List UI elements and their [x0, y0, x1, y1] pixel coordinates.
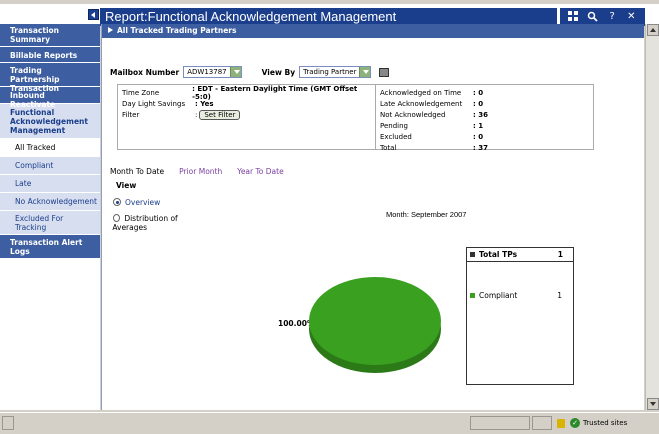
period-tabs: Month To Date Prior Month Year To Date [110, 167, 284, 176]
legend-header: Total TPs 1 [467, 248, 573, 262]
chevron-down-icon [229, 67, 241, 77]
view-label: View [116, 181, 137, 190]
sidebar-subitem-no-acknowledgement[interactable]: No Acknowledgement [0, 193, 100, 211]
print-icon[interactable] [379, 67, 390, 77]
mailbox-select[interactable]: ADW13787 [183, 66, 242, 78]
check-icon: ✓ [570, 418, 580, 428]
sidebar-subitem-late[interactable]: Late [0, 175, 100, 193]
status-segment [532, 416, 552, 430]
mailbox-label: Mailbox Number [110, 67, 180, 77]
pie-slice-compliant[interactable] [309, 277, 441, 365]
filter-row: Mailbox Number ADW13787 View By Trading … [110, 66, 390, 78]
radio-distribution[interactable]: Distribution of Averages [112, 214, 203, 232]
vertical-scrollbar[interactable] [645, 24, 659, 410]
sidebar-item-functional-acknowledgement[interactable]: Functional Acknowledgement Management [0, 104, 100, 139]
pie-chart [309, 277, 441, 373]
stat-row: Total: 37 [380, 143, 488, 152]
tab-prior-month[interactable]: Prior Month [179, 167, 222, 176]
info-stats: Acknowledged on Time: 0 Late Acknowledge… [376, 85, 593, 152]
sidebar-item-billable-reports[interactable]: Billable Reports [0, 47, 100, 63]
section-header: All Tracked Trading Partners [102, 24, 644, 38]
sidebar-item-trading-partnership-transaction[interactable]: Trading Partnership Transaction [0, 63, 100, 93]
info-left: Time Zone: EDT - Eastern Daylight Time (… [118, 85, 376, 149]
chart-legend: Total TPs 1 Compliant 1 [466, 247, 574, 385]
viewby-label: View By [261, 67, 296, 77]
stat-row: Not Acknowledged: 36 [380, 110, 488, 119]
viewby-select[interactable]: Trading Partner [299, 66, 372, 78]
help-icon[interactable]: ? [606, 11, 618, 23]
grid-icon[interactable] [568, 11, 580, 23]
legend-swatch-compliant [470, 293, 475, 298]
sidebar-item-transaction-summary[interactable]: Transaction Summary [0, 24, 100, 47]
triangle-icon [108, 27, 114, 33]
chart-title: Month: September 2007 [386, 210, 467, 219]
sidebar-subitem-all-tracked[interactable]: All Tracked [0, 139, 100, 157]
scroll-up-icon[interactable] [647, 24, 659, 36]
collapse-sidebar-icon[interactable] [88, 9, 99, 20]
radio-button[interactable] [113, 198, 121, 206]
info-box: Time Zone: EDT - Eastern Daylight Time (… [117, 84, 594, 152]
status-bar: ✓ Trusted sites [0, 412, 659, 434]
search-icon[interactable] [587, 11, 599, 23]
sidebar: Transaction Summary Billable Reports Tra… [0, 24, 100, 410]
stat-row: Pending: 1 [380, 121, 484, 130]
stat-row: Excluded: 0 [380, 132, 484, 141]
status-page-icon [2, 416, 14, 430]
tab-year-to-date[interactable]: Year To Date [237, 167, 283, 176]
chevron-down-icon [359, 67, 371, 77]
scroll-down-icon[interactable] [647, 398, 659, 410]
legend-swatch-total [470, 252, 475, 257]
sidebar-item-transaction-alert-logs[interactable]: Transaction Alert Logs [0, 235, 100, 259]
trusted-zone: ✓ Trusted sites [570, 418, 627, 428]
stat-row: Late Acknowledgement: 0 [380, 99, 484, 108]
sidebar-subitem-compliant[interactable]: Compliant [0, 157, 100, 175]
close-icon[interactable]: ✕ [625, 11, 637, 23]
set-filter-button[interactable]: Set Filter [199, 109, 241, 120]
main-content: All Tracked Trading Partners Mailbox Num… [101, 24, 644, 410]
lock-icon [557, 419, 565, 428]
title-bar: Report:Functional Acknowledgement Manage… [0, 4, 659, 26]
radio-overview[interactable]: Overview [113, 198, 160, 207]
tab-month-to-date[interactable]: Month To Date [110, 167, 164, 176]
legend-row-compliant: Compliant 1 [470, 291, 572, 300]
status-segment [470, 416, 530, 430]
sidebar-subitem-excluded-for-tracking[interactable]: Excluded For Tracking [0, 211, 100, 235]
stat-row: Acknowledged on Time: 0 [380, 88, 484, 97]
